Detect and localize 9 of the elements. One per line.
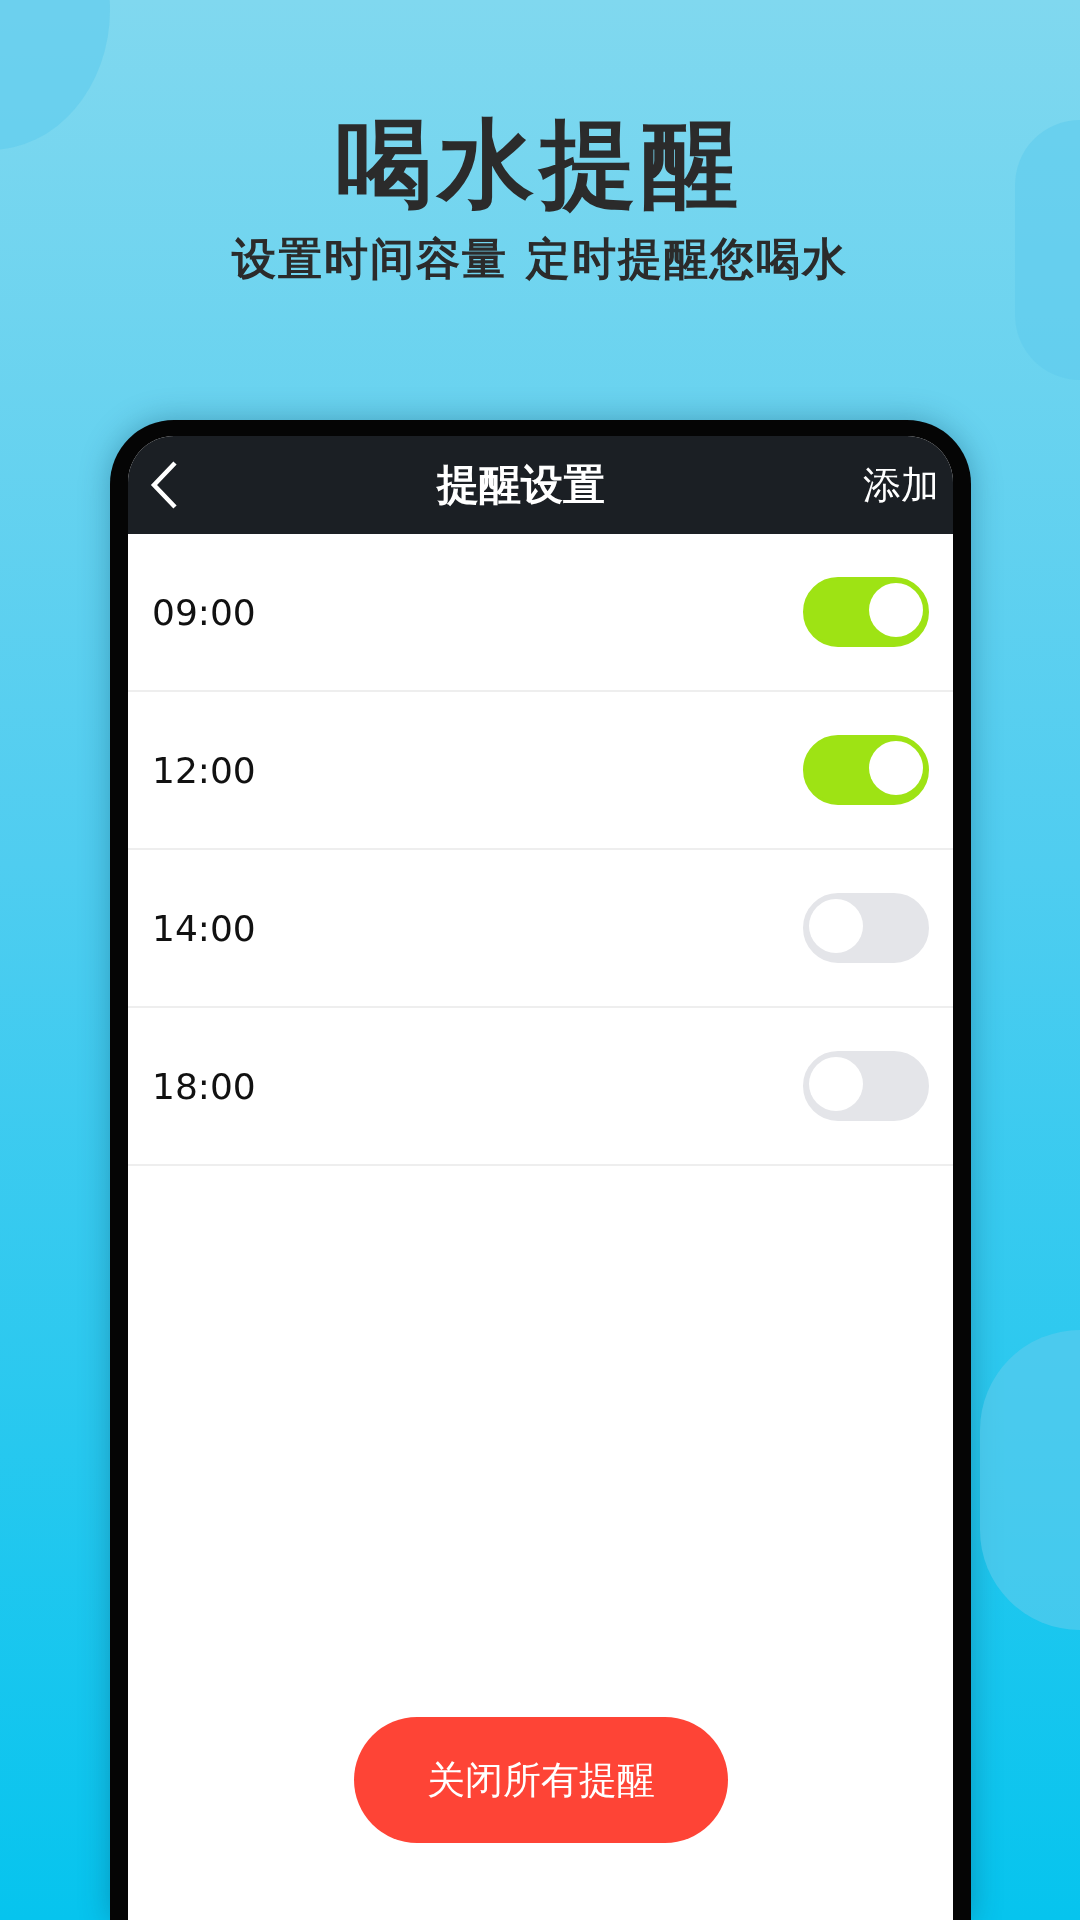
tagline: 设置时间容量 定时提醒您喝水	[232, 231, 848, 286]
reminder-time: 18:00	[152, 1065, 256, 1107]
reminder-time: 14:00	[152, 907, 256, 949]
screen-title: 提醒设置	[436, 459, 605, 511]
headline: 喝水提醒	[336, 112, 744, 218]
reminder-time: 12:00	[152, 749, 256, 791]
reminder-time: 09:00	[152, 591, 256, 633]
back-icon[interactable]	[150, 460, 178, 510]
add-link[interactable]: 添加	[863, 459, 939, 511]
